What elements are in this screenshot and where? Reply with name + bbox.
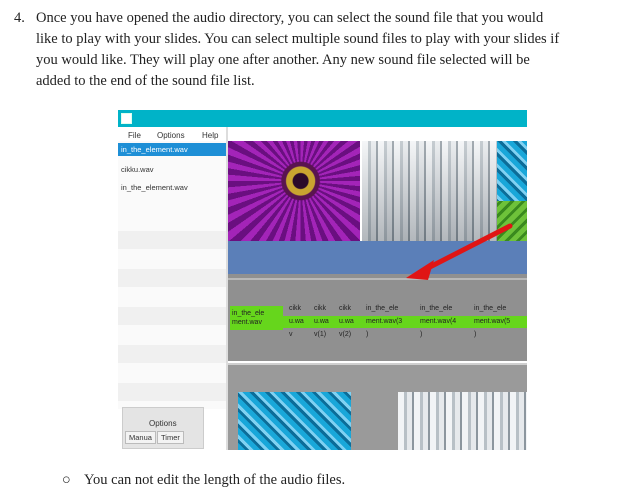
step-line: you would like. They will play one after… — [36, 52, 530, 68]
options-panel: Options Manua Timer — [122, 407, 204, 449]
list-stripe — [118, 269, 226, 287]
step-number: 4. — [14, 10, 25, 26]
clip-label: ment.wav — [232, 319, 262, 326]
clip-label: in_the_ele — [420, 305, 453, 312]
clip-label: in_the_ele — [232, 310, 265, 317]
clip-label: ment.wav(5 — [474, 318, 511, 325]
clip-label: v(2) — [339, 331, 352, 338]
tab-manual[interactable]: Manua — [125, 431, 156, 444]
clip-label: ment.wav(4 — [420, 318, 457, 325]
app-screenshot: File Options Help in_the_element.wav cik… — [118, 110, 527, 450]
clip-label: u.wa — [289, 318, 304, 325]
step-text: Once you have opened the audio directory… — [36, 8, 608, 92]
clip-label: ) — [474, 331, 477, 338]
clip-label: cikk — [289, 305, 302, 312]
rope-image-lower[interactable] — [238, 392, 351, 450]
clip-label: cikk — [314, 305, 327, 312]
sound-file-item[interactable]: in_the_element.wav — [118, 181, 226, 194]
clip-label: in_the_ele — [366, 305, 399, 312]
list-stripe — [118, 231, 226, 249]
clip-label: u.wa — [339, 318, 354, 325]
menu-help[interactable]: Help — [202, 131, 218, 140]
step-line: Once you have opened the audio directory… — [36, 10, 544, 26]
clip-label: in_the_ele — [474, 305, 507, 312]
clip-label: v — [289, 331, 293, 338]
list-stripe — [118, 383, 226, 401]
clip-label: ) — [366, 331, 369, 338]
sound-file-item[interactable]: in_the_element.wav — [118, 143, 226, 156]
clip-label: u.wa — [314, 318, 329, 325]
clip-label: ) — [420, 331, 423, 338]
step-line: added to the end of the sound file list. — [36, 73, 255, 89]
ice-image-lower[interactable] — [398, 392, 527, 450]
clip-label: cikk — [339, 305, 352, 312]
menu-file[interactable]: File — [128, 131, 141, 140]
window-icon — [121, 113, 132, 124]
list-stripe — [118, 307, 226, 325]
sound-file-item[interactable]: cikku.wav — [118, 163, 226, 176]
sound-file-list: in_the_element.wav cikku.wav in_the_elem… — [118, 141, 226, 409]
lower-panel-band — [228, 363, 527, 365]
options-label: Options — [149, 419, 177, 428]
menu-options[interactable]: Options — [157, 131, 185, 140]
flower-image[interactable] — [228, 141, 360, 241]
menu-bar: File Options Help — [118, 129, 226, 141]
step-line: like to play with your slides. You can s… — [36, 31, 560, 47]
clip-label: ment.wav(3 — [366, 318, 403, 325]
red-arrow-icon — [406, 223, 513, 280]
window-titlebar — [118, 110, 527, 127]
tab-timer[interactable]: Timer — [157, 431, 184, 444]
bullet-text: You can not edit the length of the audio… — [84, 472, 346, 488]
clip-label: v(1) — [314, 331, 327, 338]
bullet-marker: ○ — [62, 472, 71, 488]
list-stripe — [118, 345, 226, 363]
